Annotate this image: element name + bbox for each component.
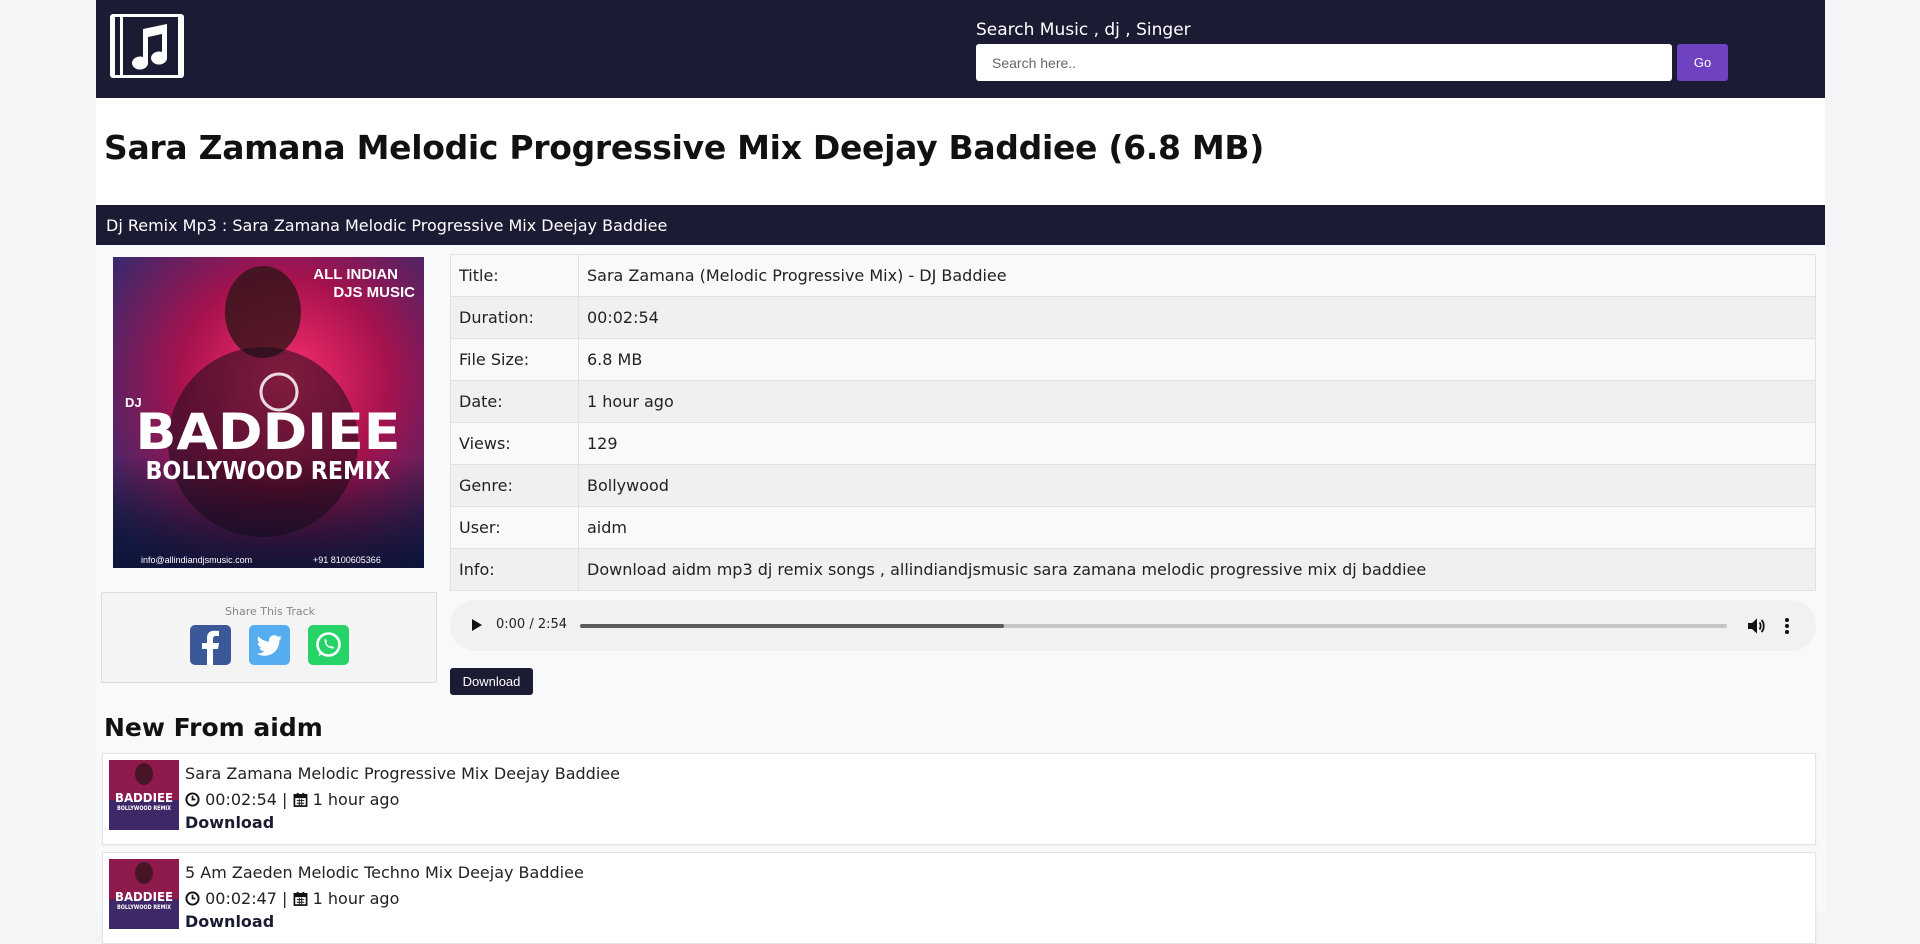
section-title: New From aidm bbox=[104, 713, 323, 742]
site-logo[interactable] bbox=[110, 14, 184, 78]
cover-brand-line1: ALL INDIAN bbox=[313, 266, 398, 283]
album-cover: ALL INDIAN DJS MUSIC DJ BADDIEE BOLLYWOO… bbox=[113, 257, 424, 568]
music-note-icon bbox=[115, 17, 178, 75]
share-box: Share This Track bbox=[101, 592, 437, 683]
thumb-name: BADDIEE bbox=[115, 791, 173, 805]
info-row-views: Views: 129 bbox=[450, 422, 1816, 465]
info-row-title: Title: Sara Zamana (Melodic Progressive … bbox=[450, 254, 1816, 297]
info-value: aidm bbox=[578, 506, 1816, 549]
thumb-subtitle: BOLLYWOOD REMIX bbox=[117, 805, 171, 812]
cover-name: BADDIEE bbox=[136, 403, 401, 461]
clock-icon bbox=[185, 891, 200, 906]
search-input[interactable] bbox=[976, 44, 1672, 81]
calendar-icon bbox=[293, 891, 307, 906]
search-go-button[interactable]: Go bbox=[1677, 44, 1728, 81]
info-row-user: User: aidm bbox=[450, 506, 1816, 549]
title-band: Sara Zamana Melodic Progressive Mix Deej… bbox=[96, 98, 1825, 205]
track-meta: 00:02:47 | 1 hour ago bbox=[185, 888, 399, 908]
track-date: 1 hour ago bbox=[312, 889, 400, 908]
track-title[interactable]: 5 Am Zaeden Melodic Techno Mix Deejay Ba… bbox=[185, 863, 584, 882]
list-item[interactable]: BADDIEE BOLLYWOOD REMIX 5 Am Zaeden Melo… bbox=[102, 852, 1816, 944]
info-label: User: bbox=[450, 506, 579, 549]
info-row-date: Date: 1 hour ago bbox=[450, 380, 1816, 423]
track-download-link[interactable]: Download bbox=[185, 813, 274, 832]
track-thumbnail[interactable]: BADDIEE BOLLYWOOD REMIX bbox=[109, 859, 179, 929]
site-header: Search Music , dj , Singer Go bbox=[96, 0, 1825, 98]
search-label: Search Music , dj , Singer bbox=[976, 20, 1191, 40]
meta-separator: | bbox=[282, 790, 288, 809]
download-button[interactable]: Download bbox=[450, 668, 533, 695]
info-label: Info: bbox=[450, 548, 579, 591]
track-thumbnail[interactable]: BADDIEE BOLLYWOOD REMIX bbox=[109, 760, 179, 830]
breadcrumb: Dj Remix Mp3 : Sara Zamana Melodic Progr… bbox=[106, 216, 668, 235]
cover-phone: +91 8100605366 bbox=[313, 555, 381, 565]
facebook-icon[interactable] bbox=[190, 625, 231, 665]
breadcrumb-bar: Dj Remix Mp3 : Sara Zamana Melodic Progr… bbox=[96, 205, 1825, 245]
whatsapp-icon[interactable] bbox=[308, 625, 349, 665]
info-label: File Size: bbox=[450, 338, 579, 381]
info-row-info: Info: Download aidm mp3 dj remix songs ,… bbox=[450, 548, 1816, 591]
info-value: 00:02:54 bbox=[578, 296, 1816, 339]
more-options-icon[interactable] bbox=[1784, 616, 1790, 636]
track-duration: 00:02:47 bbox=[205, 889, 277, 908]
info-value: Bollywood bbox=[578, 464, 1816, 507]
thumb-subtitle: BOLLYWOOD REMIX bbox=[117, 904, 171, 911]
list-item[interactable]: BADDIEE BOLLYWOOD REMIX Sara Zamana Melo… bbox=[102, 753, 1816, 845]
info-row-duration: Duration: 00:02:54 bbox=[450, 296, 1816, 339]
track-title[interactable]: Sara Zamana Melodic Progressive Mix Deej… bbox=[185, 764, 620, 783]
volume-icon[interactable] bbox=[1746, 616, 1766, 636]
thumb-name: BADDIEE bbox=[115, 890, 173, 904]
cover-email: info@allindiandjsmusic.com bbox=[141, 555, 252, 565]
clock-icon bbox=[185, 792, 200, 807]
cover-subtitle: BOLLYWOOD REMIX bbox=[146, 456, 391, 485]
track-download-link[interactable]: Download bbox=[185, 912, 274, 931]
calendar-icon bbox=[293, 792, 307, 807]
info-label: Views: bbox=[450, 422, 579, 465]
info-value: 6.8 MB bbox=[578, 338, 1816, 381]
track-date: 1 hour ago bbox=[312, 790, 400, 809]
track-meta: 00:02:54 | 1 hour ago bbox=[185, 789, 399, 809]
info-label: Duration: bbox=[450, 296, 579, 339]
page: Search Music , dj , Singer Go Sara Zaman… bbox=[96, 0, 1825, 944]
play-icon[interactable] bbox=[472, 619, 482, 631]
page-title: Sara Zamana Melodic Progressive Mix Deej… bbox=[104, 128, 1265, 167]
track-duration: 00:02:54 bbox=[205, 790, 277, 809]
seek-bar[interactable] bbox=[580, 624, 1727, 628]
share-title: Share This Track bbox=[225, 605, 315, 618]
info-row-file-size: File Size: 6.8 MB bbox=[450, 338, 1816, 381]
info-label: Date: bbox=[450, 380, 579, 423]
info-value: Sara Zamana (Melodic Progressive Mix) - … bbox=[578, 254, 1816, 297]
seek-bar-buffered bbox=[580, 624, 1005, 628]
info-value: 129 bbox=[578, 422, 1816, 465]
player-time: 0:00 / 2:54 bbox=[496, 617, 568, 632]
info-value: 1 hour ago bbox=[578, 380, 1816, 423]
info-row-genre: Genre: Bollywood bbox=[450, 464, 1816, 507]
info-value: Download aidm mp3 dj remix songs , allin… bbox=[578, 548, 1816, 591]
track-info-table: Title: Sara Zamana (Melodic Progressive … bbox=[450, 254, 1816, 591]
info-label: Genre: bbox=[450, 464, 579, 507]
cover-brand-line2: DJS MUSIC bbox=[333, 284, 415, 301]
meta-separator: | bbox=[282, 889, 288, 908]
info-label: Title: bbox=[450, 254, 579, 297]
audio-player: 0:00 / 2:54 bbox=[450, 600, 1816, 651]
twitter-icon[interactable] bbox=[249, 625, 290, 665]
